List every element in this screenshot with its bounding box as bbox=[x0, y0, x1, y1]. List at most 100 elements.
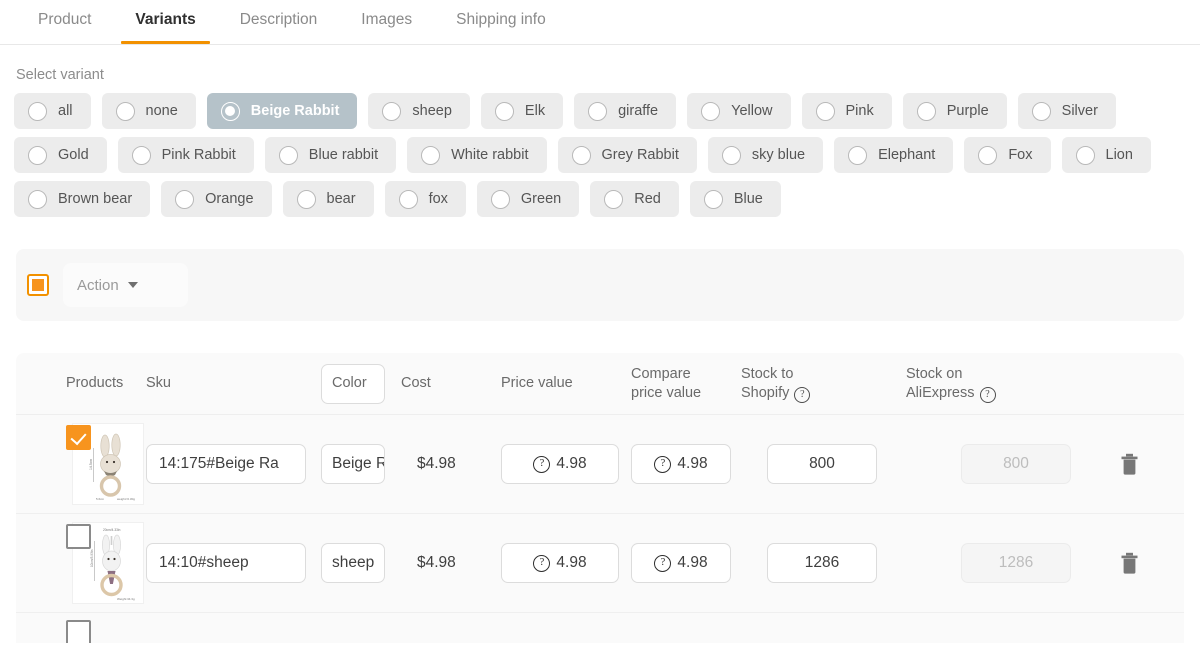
tab-shipping-info[interactable]: Shipping info bbox=[434, 0, 568, 44]
variant-chip-pink[interactable]: Pink bbox=[801, 93, 892, 129]
variant-chip-silver[interactable]: Silver bbox=[1017, 93, 1116, 129]
action-dropdown[interactable]: Action bbox=[63, 263, 188, 307]
radio-icon bbox=[1075, 145, 1095, 165]
help-circle-icon: ? bbox=[654, 554, 672, 572]
variants-table: Products Sku Color Cost Price value Comp… bbox=[16, 353, 1184, 643]
variant-chip-pink-rabbit[interactable]: Pink Rabbit bbox=[117, 137, 254, 173]
cost-value: $4.98 bbox=[417, 455, 456, 472]
radio-icon bbox=[721, 145, 741, 165]
row-checkbox[interactable] bbox=[66, 620, 91, 643]
help-circle-icon[interactable]: ? bbox=[794, 386, 811, 403]
compare-price-input[interactable]: ? 4.98 bbox=[631, 444, 731, 484]
radio-icon bbox=[115, 101, 135, 121]
row-cost-cell: $4.98 bbox=[401, 554, 501, 572]
tab-label: Description bbox=[239, 11, 318, 28]
radio-icon bbox=[588, 101, 608, 121]
price-value-input[interactable]: ? 4.98 bbox=[501, 444, 619, 484]
variant-chip-bear[interactable]: bear bbox=[282, 181, 374, 217]
row-checkbox[interactable] bbox=[66, 425, 91, 450]
sku-input[interactable]: 14:175#Beige Ra bbox=[146, 444, 306, 484]
variant-chip-brown-bear[interactable]: Brown bear bbox=[14, 181, 151, 217]
radio-icon bbox=[278, 145, 298, 165]
radio-icon bbox=[398, 189, 418, 209]
radio-icon bbox=[175, 189, 195, 209]
variant-chip-label: sheep bbox=[412, 103, 452, 119]
variant-chip-purple[interactable]: Purple bbox=[902, 93, 1007, 129]
header-color-label: Color bbox=[332, 375, 367, 391]
stock-shopify-input[interactable]: 1286 bbox=[767, 543, 877, 583]
variant-chip-none[interactable]: none bbox=[101, 93, 196, 129]
row-color-cell: Beige R bbox=[321, 444, 401, 484]
variant-chip-fox-capital[interactable]: Fox bbox=[964, 137, 1051, 173]
radio-icon bbox=[848, 145, 868, 165]
variant-chip-grey-rabbit[interactable]: Grey Rabbit bbox=[557, 137, 697, 173]
variant-chip-label: Orange bbox=[205, 191, 254, 207]
help-circle-icon: ? bbox=[654, 455, 672, 473]
svg-text:10cm/3.93in: 10cm/3.93in bbox=[90, 549, 94, 567]
radio-icon bbox=[131, 145, 151, 165]
chevron-down-icon bbox=[127, 282, 138, 288]
select-all-checkbox[interactable] bbox=[27, 274, 49, 296]
price-value-text: 4.98 bbox=[556, 554, 587, 571]
variant-chip-green[interactable]: Green bbox=[476, 181, 580, 217]
radio-icon bbox=[28, 145, 47, 165]
variant-chip-white-rabbit[interactable]: White rabbit bbox=[407, 137, 547, 173]
variant-chip-gold[interactable]: Gold bbox=[14, 137, 107, 173]
variant-chip-orange[interactable]: Orange bbox=[161, 181, 272, 217]
header-color-filter[interactable]: Color bbox=[321, 363, 385, 404]
row-product-cell: 20cm/4.33in 10cm/3.93in Weight:34.3g bbox=[16, 522, 146, 604]
row-checkbox[interactable] bbox=[66, 524, 91, 549]
tab-description[interactable]: Description bbox=[218, 0, 340, 44]
radio-icon bbox=[28, 101, 47, 121]
row-stock-aliexpress-cell: 1286 bbox=[906, 543, 1071, 583]
variant-chip-red[interactable]: Red bbox=[590, 181, 679, 217]
tab-variants[interactable]: Variants bbox=[113, 0, 217, 44]
select-variant-label: Select variant bbox=[16, 67, 104, 83]
variant-chip-elk[interactable]: Elk bbox=[480, 93, 564, 129]
tab-images[interactable]: Images bbox=[339, 0, 434, 44]
row-cost-cell: $4.98 bbox=[401, 455, 501, 473]
sku-input[interactable]: 14:10#sheep bbox=[146, 543, 306, 583]
stock-shopify-input[interactable]: 800 bbox=[767, 444, 877, 484]
variant-chip-label: Pink bbox=[845, 103, 874, 119]
compare-price-input[interactable]: ? 4.98 bbox=[631, 543, 731, 583]
color-input[interactable]: sheep bbox=[321, 543, 385, 583]
trash-icon[interactable] bbox=[1120, 552, 1139, 574]
table-row-partial bbox=[16, 613, 1184, 643]
variant-chip-label: bear bbox=[326, 191, 356, 207]
row-stock-aliexpress-cell: 800 bbox=[906, 444, 1071, 484]
variant-chip-sky-blue[interactable]: sky blue bbox=[707, 137, 824, 173]
product-thumbnail-wrap: 14.5cm 5.6cm weight<0.30g bbox=[66, 423, 144, 505]
radio-selected-icon bbox=[220, 101, 240, 121]
variant-chip-elephant[interactable]: Elephant bbox=[834, 137, 954, 173]
variant-chip-label: Brown bear bbox=[58, 191, 133, 207]
variant-chip-lion[interactable]: Lion bbox=[1061, 137, 1151, 173]
variant-chip-sheep[interactable]: sheep bbox=[368, 93, 470, 129]
variant-chip-label: Pink Rabbit bbox=[161, 147, 236, 163]
header-stock-ali-line2: AliExpress? bbox=[906, 384, 996, 403]
variant-chip-label: Gold bbox=[58, 147, 89, 163]
price-value-input[interactable]: ? 4.98 bbox=[501, 543, 619, 583]
header-products: Products bbox=[66, 375, 124, 391]
variant-chip-fox[interactable]: fox bbox=[384, 181, 466, 217]
tab-label: Product bbox=[38, 11, 92, 28]
header-stock-shopify-line2: Shopify? bbox=[741, 384, 811, 403]
row-stock-shopify-cell: 800 bbox=[741, 444, 906, 484]
variant-chip-label: Green bbox=[520, 191, 562, 207]
color-input[interactable]: Beige R bbox=[321, 444, 385, 484]
variant-chip-label: Silver bbox=[1061, 103, 1098, 119]
variant-chip-blue-rabbit[interactable]: Blue rabbit bbox=[264, 137, 397, 173]
variant-chip-all[interactable]: all bbox=[14, 93, 91, 129]
radio-icon bbox=[978, 145, 998, 165]
radio-icon bbox=[421, 145, 441, 165]
variant-chip-blue[interactable]: Blue bbox=[689, 181, 781, 217]
svg-text:5.6cm: 5.6cm bbox=[96, 497, 105, 501]
help-circle-icon[interactable]: ? bbox=[979, 386, 996, 403]
variant-chip-yellow[interactable]: Yellow bbox=[687, 93, 791, 129]
tab-product[interactable]: Product bbox=[16, 0, 113, 44]
header-stock-to-shopify: Stock to Shopify? bbox=[741, 365, 906, 403]
variant-chip-giraffe[interactable]: giraffe bbox=[574, 93, 677, 129]
variant-chip-beige-rabbit[interactable]: Beige Rabbit bbox=[206, 93, 358, 129]
trash-icon[interactable] bbox=[1120, 453, 1139, 475]
row-sku-cell: 14:10#sheep bbox=[146, 543, 321, 583]
